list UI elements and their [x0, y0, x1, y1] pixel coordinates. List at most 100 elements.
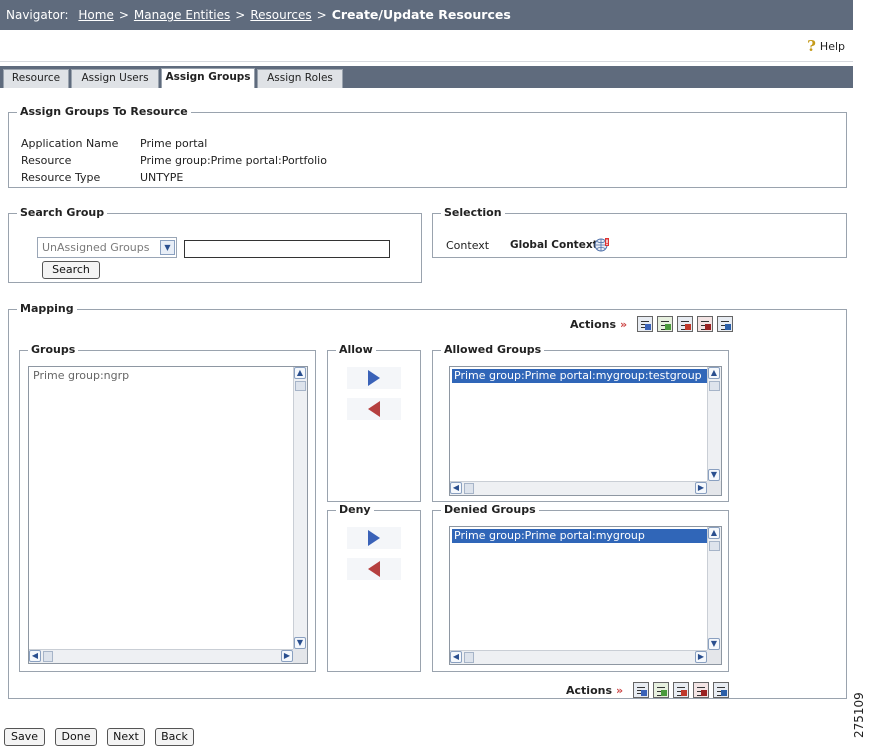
navigator-label: Navigator:: [6, 8, 69, 22]
allow-panel: Allow: [327, 343, 421, 502]
tab-assign-users[interactable]: Assign Users: [71, 69, 159, 88]
section-legend: Selection: [441, 206, 505, 220]
arrow-left-icon: [368, 561, 380, 577]
panel-legend: Deny: [336, 503, 374, 517]
scroll-thumb[interactable]: [709, 381, 720, 391]
search-input[interactable]: [184, 240, 390, 258]
horizontal-scrollbar[interactable]: ◀ ▶: [450, 481, 707, 495]
allow-add-button[interactable]: [347, 367, 401, 389]
tab-bar: Resource Assign Users Assign Groups Assi…: [0, 66, 853, 88]
deny-add-button[interactable]: [347, 527, 401, 549]
section-legend: Search Group: [17, 206, 108, 220]
horizontal-scrollbar[interactable]: ◀ ▶: [450, 650, 707, 664]
resource-type-label: Resource Type: [21, 171, 101, 184]
help-icon: ?: [807, 37, 816, 55]
section-legend: Assign Groups To Resource: [17, 105, 191, 119]
assign-groups-section: Assign Groups To Resource Application Na…: [8, 105, 847, 188]
scroll-thumb[interactable]: [43, 651, 53, 662]
list-item[interactable]: Prime group:Prime portal:mygroup:testgro…: [452, 369, 707, 383]
selection-section: Selection Context Global Context: [432, 206, 847, 258]
scroll-left-icon[interactable]: ◀: [450, 482, 462, 494]
panel-legend: Allowed Groups: [441, 343, 545, 357]
scroll-down-icon[interactable]: ▼: [294, 637, 306, 649]
list-view-icon[interactable]: [677, 316, 694, 332]
grid-select-icon[interactable]: [653, 682, 670, 698]
scroll-down-icon[interactable]: ▼: [708, 469, 720, 481]
edit-icon[interactable]: [637, 316, 654, 332]
breadcrumb-manage-entities[interactable]: Manage Entities: [134, 8, 230, 22]
vertical-scrollbar[interactable]: ▲ ▼: [293, 367, 307, 649]
scroll-up-icon[interactable]: ▲: [708, 527, 720, 539]
scroll-right-icon[interactable]: ▶: [695, 482, 707, 494]
scroll-left-icon[interactable]: ◀: [450, 651, 462, 663]
actions-toolbar-bottom: Actions »: [566, 682, 730, 698]
navigator-bar: Navigator: Home > Manage Entities > Resource…: [0, 0, 853, 30]
tab-assign-groups[interactable]: Assign Groups: [161, 68, 255, 88]
list-item[interactable]: Prime group:Prime portal:mygroup: [452, 529, 707, 543]
application-name-value: Prime portal: [140, 137, 208, 150]
done-button[interactable]: Done: [55, 728, 97, 746]
actions-chevron-icon: »: [616, 683, 624, 697]
edit-icon[interactable]: [633, 682, 650, 698]
tab-resource[interactable]: Resource: [3, 69, 69, 88]
tab-assign-roles[interactable]: Assign Roles: [257, 69, 343, 88]
allowed-groups-panel: Allowed Groups Prime group:Prime portal:…: [432, 343, 729, 502]
scroll-corner: [707, 481, 721, 495]
context-globe-icon[interactable]: [594, 237, 610, 253]
panel-legend: Allow: [336, 343, 376, 357]
help-label: Help: [819, 39, 845, 53]
list-info-icon[interactable]: [717, 316, 734, 332]
vertical-scrollbar[interactable]: ▲ ▼: [707, 527, 721, 650]
help-link[interactable]: ? Help: [807, 37, 845, 55]
arrow-left-icon: [368, 401, 380, 417]
breadcrumb-home[interactable]: Home: [78, 8, 113, 22]
help-bar: ? Help: [0, 30, 853, 62]
denied-groups-list[interactable]: Prime group:Prime portal:mygroup ▲ ▼ ◀ ▶: [449, 526, 722, 665]
deny-remove-button[interactable]: [347, 558, 401, 580]
search-button[interactable]: Search: [42, 261, 100, 279]
groups-list[interactable]: Prime group:ngrp ▲ ▼ ◀ ▶: [28, 366, 308, 664]
scroll-right-icon[interactable]: ▶: [281, 650, 293, 662]
panel-legend: Groups: [28, 343, 79, 357]
allow-remove-button[interactable]: [347, 398, 401, 420]
actions-toolbar-top: Actions »: [570, 316, 734, 332]
scroll-thumb[interactable]: [295, 381, 306, 391]
groups-panel: Groups Prime group:ngrp ▲ ▼ ◀ ▶: [19, 343, 316, 672]
back-button[interactable]: Back: [155, 728, 194, 746]
page-title: Create/Update Resources: [331, 7, 511, 22]
arrow-right-icon: [368, 530, 380, 546]
list-item[interactable]: Prime group:ngrp: [31, 369, 293, 383]
scroll-thumb[interactable]: [464, 652, 474, 663]
scroll-down-icon[interactable]: ▼: [708, 638, 720, 650]
chevron-down-icon[interactable]: ▼: [160, 240, 175, 255]
vertical-scrollbar[interactable]: ▲ ▼: [707, 367, 721, 481]
breadcrumb-resources[interactable]: Resources: [250, 8, 311, 22]
figure-id: 275109: [852, 692, 866, 738]
scroll-corner: [293, 649, 307, 663]
scroll-thumb[interactable]: [464, 483, 474, 494]
scroll-right-icon[interactable]: ▶: [695, 651, 707, 663]
grid-select-icon[interactable]: [657, 316, 674, 332]
scroll-corner: [707, 650, 721, 664]
scroll-up-icon[interactable]: ▲: [708, 367, 720, 379]
next-button[interactable]: Next: [107, 728, 145, 746]
scroll-thumb[interactable]: [709, 541, 720, 551]
context-label: Context: [446, 239, 490, 252]
denied-groups-panel: Denied Groups Prime group:Prime portal:m…: [432, 503, 729, 672]
horizontal-scrollbar[interactable]: ◀ ▶: [29, 649, 293, 663]
list-info-icon[interactable]: [713, 682, 730, 698]
list-view-icon[interactable]: [673, 682, 690, 698]
section-legend: Mapping: [17, 302, 77, 316]
save-button[interactable]: Save: [4, 728, 45, 746]
mapping-section: Mapping Actions » Groups Prime group:ngr…: [8, 302, 847, 699]
context-value: Global Context: [510, 239, 598, 251]
panel-legend: Denied Groups: [441, 503, 539, 517]
allowed-groups-list[interactable]: Prime group:Prime portal:mygroup:testgro…: [449, 366, 722, 496]
list-remove-icon[interactable]: [693, 682, 710, 698]
list-remove-icon[interactable]: [697, 316, 714, 332]
group-filter-value: UnAssigned Groups: [42, 241, 150, 254]
group-filter-select[interactable]: UnAssigned Groups ▼: [37, 237, 177, 258]
scroll-up-icon[interactable]: ▲: [294, 367, 306, 379]
deny-panel: Deny: [327, 503, 421, 672]
scroll-left-icon[interactable]: ◀: [29, 650, 41, 662]
